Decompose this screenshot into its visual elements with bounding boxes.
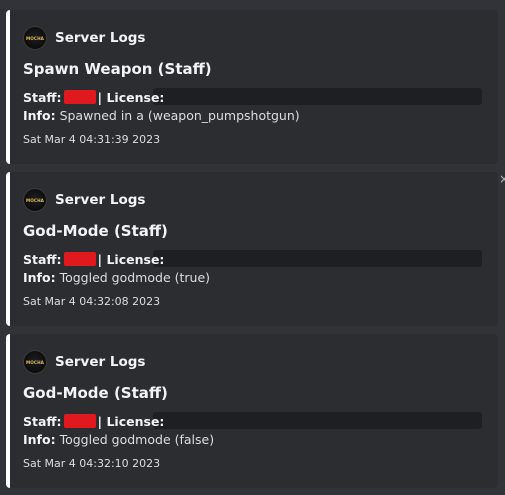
log-embed: MOCHA Server Logs God-Mode (Staff) Staff… bbox=[6, 334, 498, 488]
avatar-logo-text: MOCHA bbox=[25, 359, 45, 365]
avatar[interactable]: MOCHA bbox=[23, 350, 47, 374]
staff-label: Staff: bbox=[23, 89, 62, 105]
info-label: Info: bbox=[23, 269, 56, 285]
info-label: Info: bbox=[23, 431, 56, 447]
embed-timestamp: Sat Mar 4 04:31:39 2023 bbox=[23, 133, 161, 146]
info-text: Toggled godmode (true) bbox=[59, 269, 211, 285]
log-embed: MOCHA Server Logs Spawn Weapon (Staff) S… bbox=[6, 10, 498, 164]
author-name[interactable]: Server Logs bbox=[55, 354, 145, 370]
staff-label: Staff: bbox=[23, 413, 62, 429]
embed-timestamp: Sat Mar 4 04:32:08 2023 bbox=[23, 295, 161, 308]
avatar[interactable]: MOCHA bbox=[23, 26, 47, 50]
license-redaction bbox=[153, 88, 482, 105]
log-embed: MOCHA Server Logs God-Mode (Staff) Staff… bbox=[6, 172, 498, 326]
staff-label: Staff: bbox=[23, 251, 62, 267]
close-icon[interactable]: × bbox=[499, 172, 505, 186]
info-field: Info: Spawned in a (weapon_pumpshotgun) bbox=[23, 106, 300, 124]
embed-author: MOCHA Server Logs bbox=[23, 350, 145, 374]
embed-title: God-Mode (Staff) bbox=[23, 222, 168, 240]
avatar[interactable]: MOCHA bbox=[23, 188, 47, 212]
info-field: Info: Toggled godmode (true) bbox=[23, 268, 210, 286]
staff-field: Staff: | License: bbox=[23, 412, 164, 430]
license-redaction bbox=[153, 250, 482, 267]
avatar-logo-text: MOCHA bbox=[25, 35, 45, 41]
license-label: | License: bbox=[97, 413, 165, 429]
staff-redaction bbox=[63, 252, 96, 266]
info-text: Toggled godmode (false) bbox=[59, 431, 215, 447]
staff-field: Staff: | License: bbox=[23, 250, 164, 268]
license-label: | License: bbox=[97, 89, 165, 105]
staff-redaction bbox=[63, 90, 96, 104]
log-feed: MOCHA Server Logs Spawn Weapon (Staff) S… bbox=[0, 0, 505, 495]
embed-author: MOCHA Server Logs bbox=[23, 26, 145, 50]
license-label: | License: bbox=[97, 251, 165, 267]
info-text: Spawned in a (weapon_pumpshotgun) bbox=[59, 107, 300, 123]
license-redaction bbox=[153, 412, 482, 429]
embed-author: MOCHA Server Logs bbox=[23, 188, 145, 212]
embed-title: God-Mode (Staff) bbox=[23, 384, 168, 402]
author-name[interactable]: Server Logs bbox=[55, 192, 145, 208]
embed-title: Spawn Weapon (Staff) bbox=[23, 60, 212, 78]
staff-field: Staff: | License: bbox=[23, 88, 164, 106]
embed-timestamp: Sat Mar 4 04:32:10 2023 bbox=[23, 457, 161, 470]
author-name[interactable]: Server Logs bbox=[55, 30, 145, 46]
avatar-logo-text: MOCHA bbox=[25, 197, 45, 203]
info-field: Info: Toggled godmode (false) bbox=[23, 430, 214, 448]
staff-redaction bbox=[63, 414, 96, 428]
info-label: Info: bbox=[23, 107, 56, 123]
